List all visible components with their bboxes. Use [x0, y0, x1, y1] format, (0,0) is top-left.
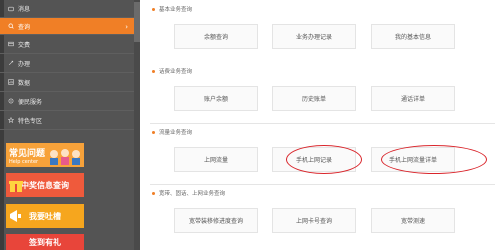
- customer-service-illustration: [50, 149, 80, 165]
- account-balance-button[interactable]: 账户余额: [174, 86, 258, 111]
- winner-query-text: 中奖信息查询: [21, 180, 69, 190]
- sidebar-item-query[interactable]: 查询 ›: [0, 18, 134, 35]
- faq-banner-subtitle: Help center: [9, 158, 39, 165]
- sidebar-item-payment[interactable]: 交费: [0, 35, 134, 54]
- section-title-basic: 基本业务查询: [152, 5, 192, 13]
- sidebar-item-label: 消息: [18, 6, 31, 13]
- message-icon: [8, 6, 14, 11]
- sidebar: 消息 查询 › 交费 办理 数据 便民服务 特色专区 常见问题 Help cen…: [0, 0, 140, 250]
- sidebar-item-handle[interactable]: 办理: [0, 54, 134, 73]
- sidebar-nav: 消息 查询 › 交费 办理 数据 便民服务 特色专区: [0, 0, 134, 130]
- internet-traffic-button[interactable]: 上网流量: [174, 147, 258, 172]
- sidebar-item-label: 办理: [18, 60, 31, 68]
- broadband-progress-button[interactable]: 宽带装移修进度查询: [174, 208, 258, 233]
- feature-icon: [8, 117, 14, 123]
- handle-icon: [8, 60, 14, 66]
- sidebar-item-label: 便民服务: [18, 98, 43, 106]
- search-icon: [8, 23, 14, 29]
- bullet-icon: [152, 69, 155, 73]
- payment-icon: [8, 41, 14, 47]
- sidebar-item-feature[interactable]: 特色专区: [0, 111, 134, 130]
- section-divider: [150, 184, 495, 185]
- bullet-icon: [152, 130, 155, 134]
- highlight-circle: [286, 145, 362, 174]
- chevron-right-icon: ›: [125, 23, 128, 31]
- sidebar-item-label: 查询: [18, 23, 31, 31]
- megaphone-icon: [10, 210, 21, 222]
- bullet-icon: [152, 7, 155, 11]
- balance-query-button[interactable]: 余额查询: [174, 24, 258, 49]
- section-title-bill: 话费业务查询: [152, 67, 192, 75]
- bullet-icon: [152, 191, 155, 195]
- sidebar-item-label: 交费: [18, 41, 31, 49]
- faq-banner[interactable]: 常见问题 Help center: [6, 143, 84, 167]
- sidebar-item-label: 特色专区: [18, 117, 43, 125]
- bottom-banner[interactable]: 签到有礼: [6, 234, 84, 250]
- data-icon: [8, 79, 14, 85]
- section-title-traffic: 流量业务查询: [152, 128, 192, 136]
- highlight-circle: [381, 145, 487, 174]
- lottery-banner[interactable]: 我要吐槽: [6, 204, 84, 228]
- history-bill-button[interactable]: 历史账单: [272, 86, 356, 111]
- winner-query-banner[interactable]: 中奖信息查询: [6, 173, 84, 197]
- section-divider: [150, 123, 495, 124]
- basic-info-button[interactable]: 我的基本信息: [371, 24, 455, 49]
- faq-banner-title: 常见问题: [9, 148, 46, 159]
- section-title-broadband: 宽带、固话、上网业务查询: [152, 189, 225, 197]
- call-detail-button[interactable]: 通话详单: [371, 86, 455, 111]
- lottery-text: 我要吐槽: [29, 211, 61, 221]
- sidebar-item-service[interactable]: 便民服务: [0, 92, 134, 111]
- broadband-speedtest-button[interactable]: 宽带测速: [371, 208, 455, 233]
- service-icon: [8, 98, 14, 104]
- business-record-button[interactable]: 业务办理记录: [272, 24, 356, 49]
- sidebar-item-label: 数据: [18, 79, 31, 87]
- sidebar-item-data[interactable]: 数据: [0, 73, 134, 92]
- bottom-banner-text: 签到有礼: [29, 237, 61, 247]
- netcard-query-button[interactable]: 上网卡号查询: [272, 208, 356, 233]
- sidebar-item-message[interactable]: 消息: [0, 0, 134, 18]
- gift-icon: [9, 181, 23, 192]
